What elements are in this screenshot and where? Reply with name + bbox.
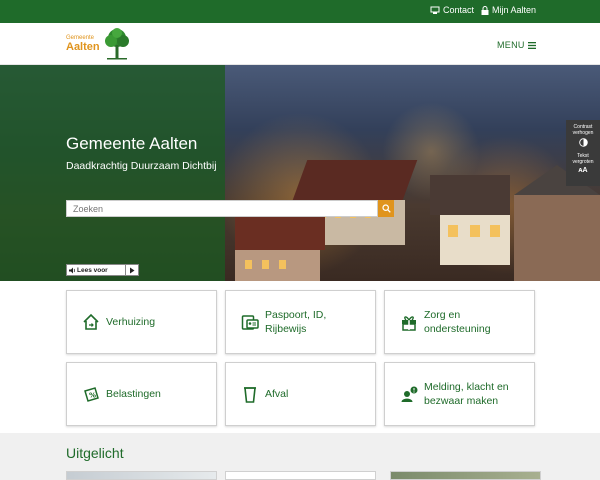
- featured-card[interactable]: [66, 471, 217, 480]
- hero-title: Gemeente Aalten: [66, 134, 198, 153]
- tree-logo-icon: [104, 28, 129, 60]
- church-tower: [514, 165, 600, 281]
- accessibility-panel: Contrast verhogen Tekst vergroten ᴀA: [566, 120, 600, 186]
- menu-button[interactable]: MENU: [497, 40, 536, 50]
- trash-bin-icon: [240, 384, 260, 404]
- site-logo[interactable]: Gemeente Aalten: [66, 27, 131, 61]
- site-header: Gemeente Aalten MENU: [0, 23, 600, 65]
- id-card-icon: [240, 312, 260, 332]
- contact-icon: [430, 6, 440, 14]
- text-size-icon[interactable]: ᴀA: [578, 167, 587, 174]
- house-arrow-icon: [81, 312, 101, 332]
- svg-text:%: %: [89, 392, 96, 400]
- hero-green-overlay: [0, 65, 225, 281]
- speaker-icon: [67, 267, 77, 274]
- tile-label: Paspoort, ID, Rijbewijs: [265, 308, 327, 335]
- gift-icon: [399, 312, 419, 332]
- tile-label: Afval: [265, 387, 289, 400]
- lock-icon: [481, 5, 489, 15]
- search-icon: [381, 204, 391, 213]
- featured-title: Uitgelicht: [66, 445, 124, 461]
- play-icon[interactable]: [126, 267, 138, 274]
- mijn-aalten-label: Mijn Aalten: [492, 5, 537, 15]
- tile-zorg[interactable]: Zorg en ondersteuning: [384, 290, 535, 354]
- search-input[interactable]: [66, 200, 378, 217]
- tile-afval[interactable]: Afval: [225, 362, 376, 426]
- top-bar: Contact Mijn Aalten: [0, 0, 600, 23]
- search-button[interactable]: [378, 200, 394, 217]
- hero-banner: [0, 65, 600, 281]
- contact-label: Contact: [443, 5, 475, 15]
- logo-big-text: Aalten: [66, 41, 100, 53]
- tile-belastingen[interactable]: % Belastingen: [66, 362, 217, 426]
- tile-label: Zorg en ondersteuning: [424, 308, 491, 335]
- text-size-label[interactable]: Tekst vergroten: [566, 153, 600, 165]
- contrast-label[interactable]: Contrast verhogen: [566, 124, 600, 136]
- contrast-icon[interactable]: [578, 138, 588, 149]
- lees-voor-player[interactable]: Lees voor: [66, 264, 139, 276]
- mijn-aalten-link[interactable]: Mijn Aalten: [481, 5, 536, 15]
- tax-icon: %: [81, 384, 101, 404]
- tile-label: Belastingen: [106, 387, 161, 400]
- tile-label: Verhuizing: [106, 315, 156, 328]
- featured-card[interactable]: [390, 471, 541, 480]
- hamburger-icon: [527, 41, 536, 49]
- tile-label: Melding, klacht en bezwaar maken: [424, 380, 509, 407]
- tile-melding[interactable]: Melding, klacht en bezwaar maken: [384, 362, 535, 426]
- contact-link[interactable]: Contact: [430, 5, 474, 15]
- featured-card[interactable]: [225, 471, 376, 480]
- hero-subtitle: Daadkrachtig Duurzaam Dichtbij: [66, 160, 217, 172]
- tile-paspoort[interactable]: Paspoort, ID, Rijbewijs: [225, 290, 376, 354]
- tile-verhuizing[interactable]: Verhuizing: [66, 290, 217, 354]
- lees-voor-label: Lees voor: [77, 266, 108, 274]
- report-person-icon: [399, 384, 419, 404]
- menu-label: MENU: [497, 40, 525, 50]
